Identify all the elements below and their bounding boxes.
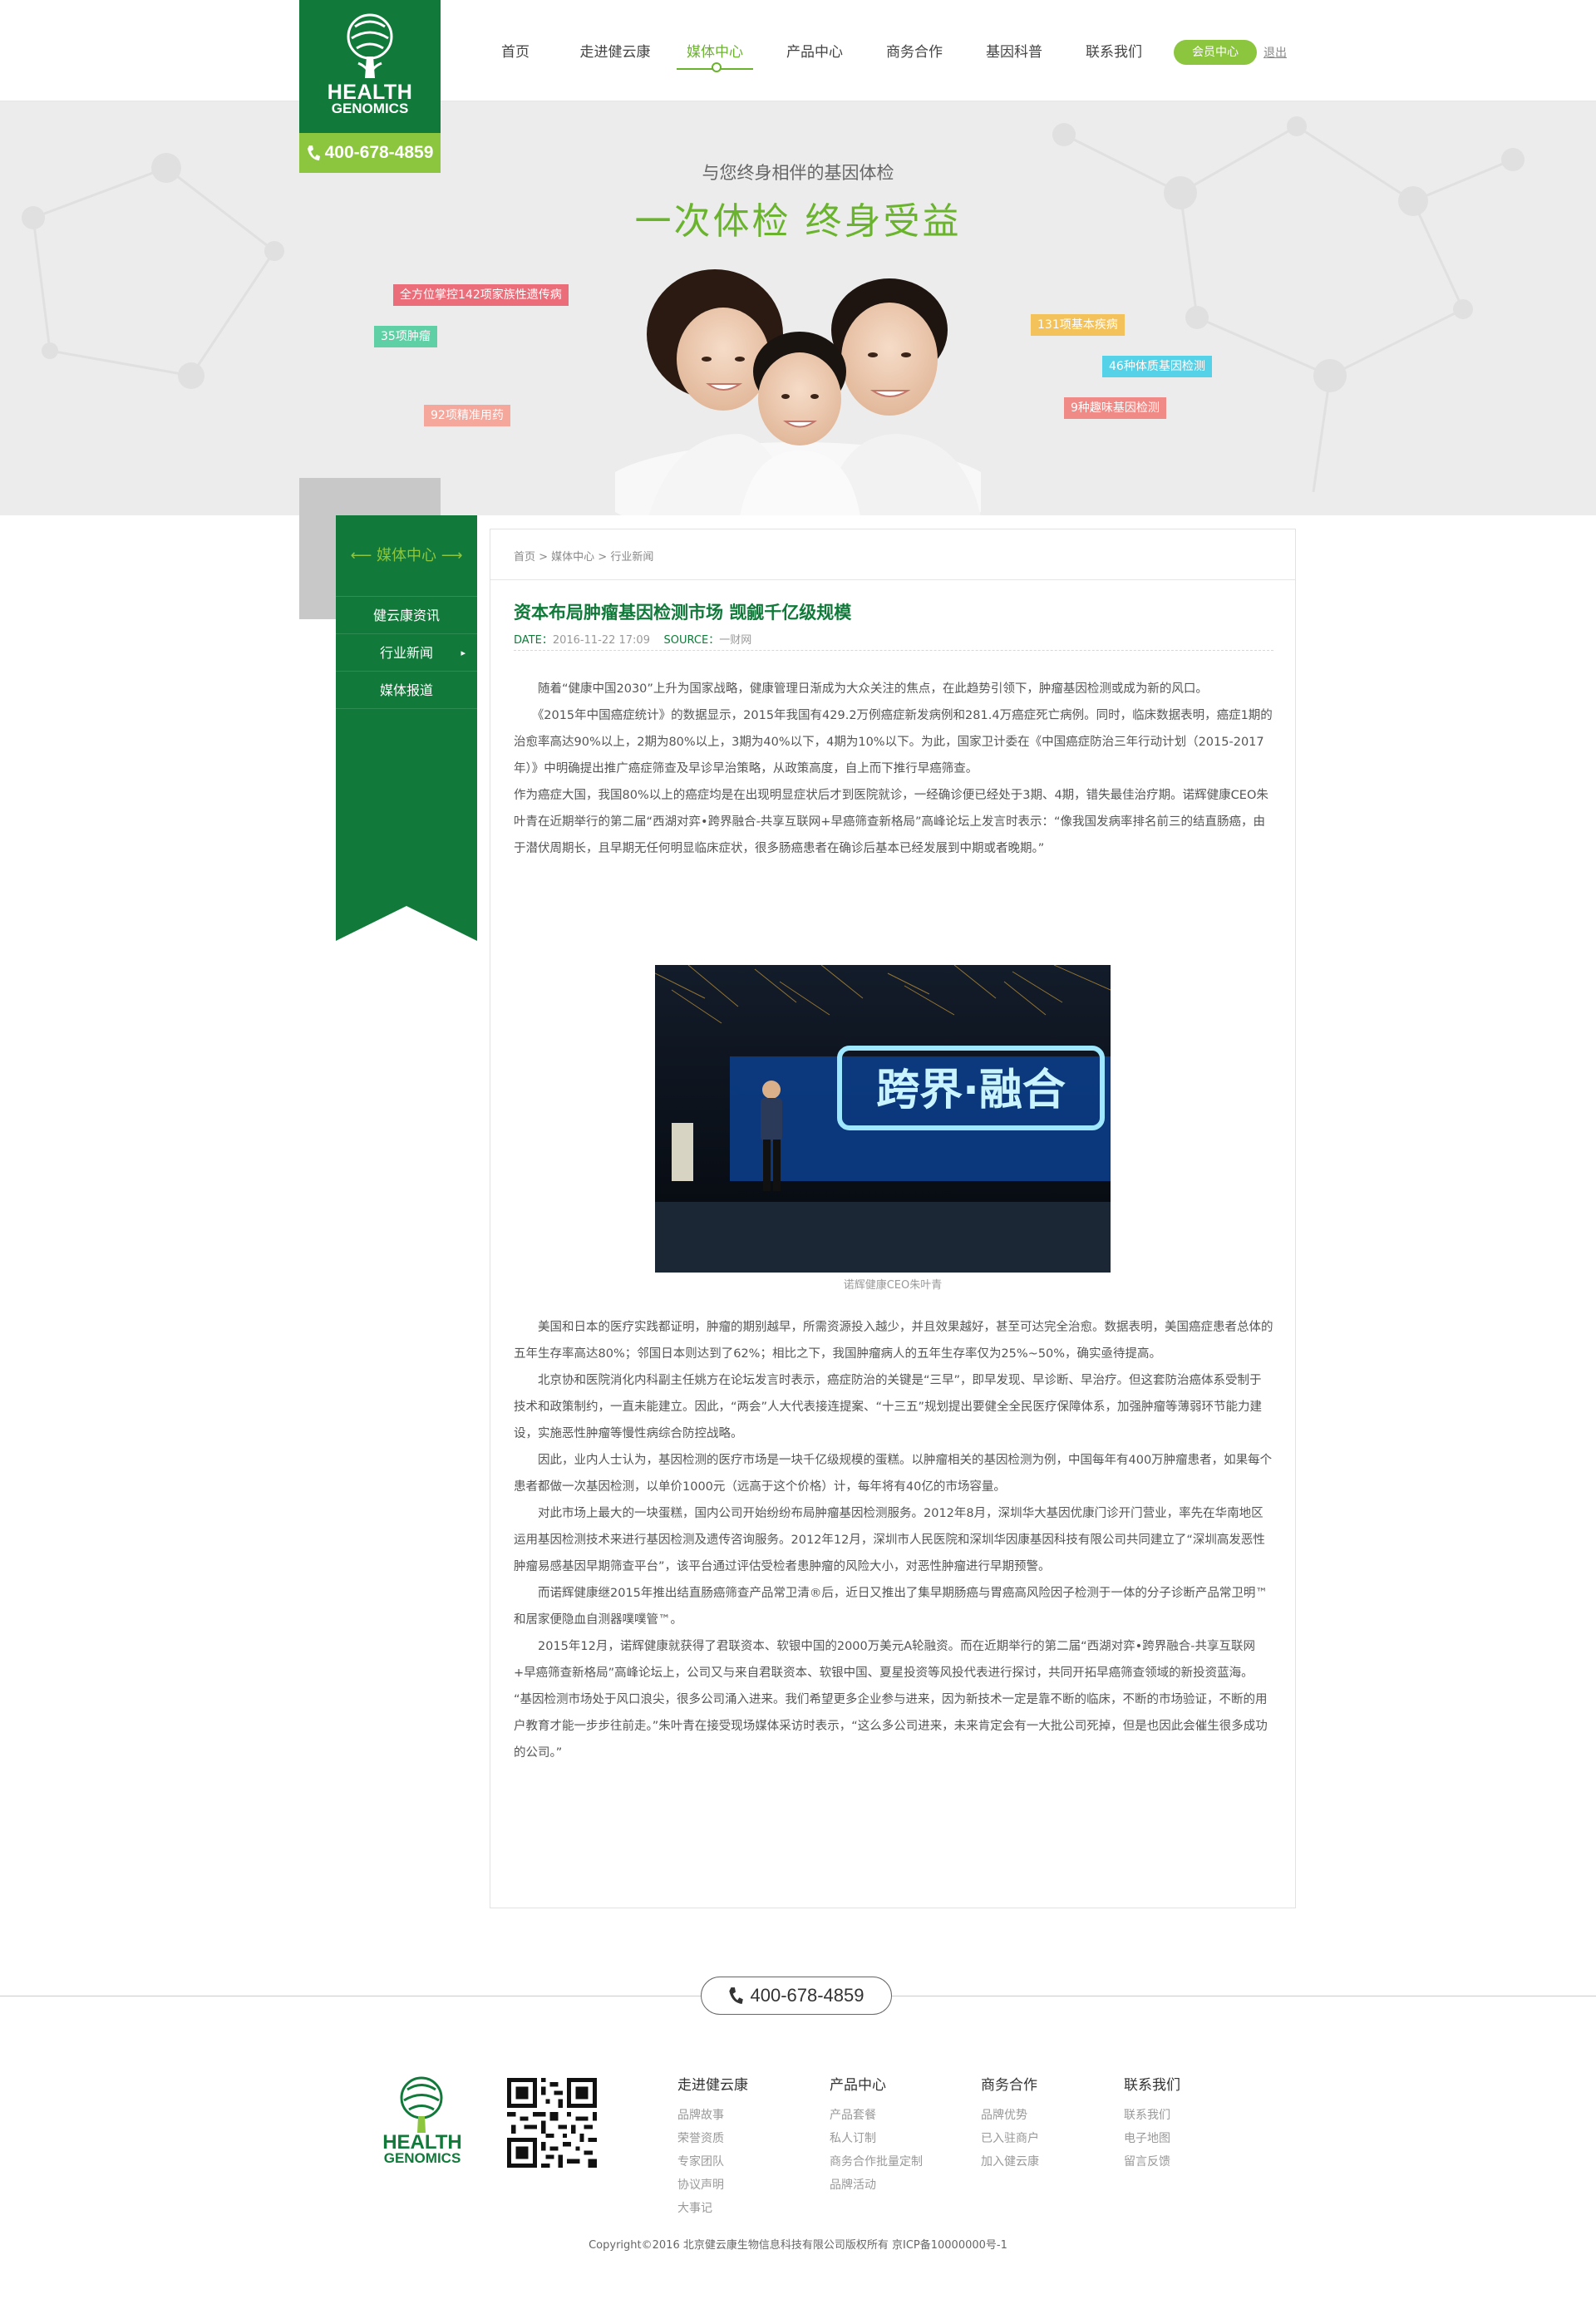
paragraph: 而诺辉健康继2015年推出结直肠癌筛查产品常卫清®后，近日又推出了集早期肠癌与胃…: [514, 1587, 1268, 1627]
banner-tag-basic-disease: 131项基本疾病: [1031, 314, 1125, 336]
copyright: Copyright©2016 北京健云康生物信息科技有限公司版权所有 京ICP备…: [589, 2239, 1007, 2252]
paragraph: “基因检测市场处于风口浪尖，很多公司涌入进来。我们希望更多企业参与进来，因为新技…: [514, 1693, 1268, 1760]
paragraph: 对此市场上最大的一块蛋糕，国内公司开始纷纷布局肿瘤基因检测服务。2012年8月，…: [514, 1507, 1265, 1573]
arrow-left-icon: ⟵: [350, 547, 377, 564]
footer-phone-number: 400-678-4859: [750, 1985, 864, 2006]
footer-link[interactable]: 产品套餐: [830, 2104, 923, 2127]
footer-link[interactable]: 大事记: [677, 2197, 748, 2220]
footer-link[interactable]: 商务合作批量定制: [830, 2150, 923, 2174]
article-photo: 跨界·融合: [655, 965, 1111, 1273]
article-body-bottom: 美国和日本的医疗实践都证明，肿瘤的期别越早，所需资源投入越少，并且效果越好，甚至…: [514, 1314, 1273, 1766]
photo-caption: 诺辉健康CEO朱叶青: [843, 1279, 943, 1292]
header-phone-number: 400-678-4859: [324, 143, 434, 162]
paragraph: 美国和日本的医疗实践都证明，肿瘤的期别越早，所需资源投入越少，并且效果越好，甚至…: [514, 1321, 1273, 1361]
stage-screen-text: 跨界·融合: [876, 1066, 1066, 1115]
sidebar-ribbon-notch: [336, 906, 477, 941]
banner-tag-tumor: 35项肿瘤: [374, 326, 437, 347]
footer-link[interactable]: 品牌优势: [981, 2104, 1039, 2127]
nav-item-about[interactable]: 走进健云康: [565, 33, 665, 75]
nav-item-media[interactable]: 媒体中心: [665, 33, 765, 75]
footer-logo-wordmark: HEALTH GENOMICS: [382, 2131, 462, 2166]
footer-link[interactable]: 专家团队: [677, 2150, 748, 2174]
footer-link[interactable]: 电子地图: [1124, 2127, 1180, 2150]
article-meta: DATE：2016-11-22 17:09 SOURCE：一财网: [514, 634, 752, 647]
footer-phone: 400-678-4859: [701, 1977, 892, 2015]
banner-title: 一次体检 终身受益: [634, 200, 962, 243]
logo-wordmark: HEALTH GENOMICS: [327, 81, 413, 116]
nav-item-home[interactable]: 首页: [466, 33, 565, 75]
banner-tag-fun-gene: 9种趣味基因检测: [1064, 397, 1166, 419]
footer-link[interactable]: 已入驻商户: [981, 2127, 1039, 2150]
nav-item-business[interactable]: 商务合作: [864, 33, 964, 75]
member-center-button[interactable]: 会员中心: [1174, 40, 1257, 65]
article-body-top: 随着“健康中国2030”上升为国家战略，健康管理日渐成为大众关注的焦点，在此趋势…: [514, 676, 1273, 862]
sidebar-item-media-reports[interactable]: 媒体报道: [336, 672, 477, 709]
footer-link[interactable]: 联系我们: [1124, 2104, 1180, 2127]
breadcrumb[interactable]: 首页 > 媒体中心 > 行业新闻: [514, 548, 653, 564]
gene-tree-logo-icon: [347, 13, 393, 79]
nav-item-gene-science[interactable]: 基因科普: [964, 33, 1064, 75]
chevron-right-icon: ▸: [461, 647, 466, 658]
footer-column-title: 产品中心: [830, 2077, 886, 2094]
footer-column-title: 商务合作: [981, 2077, 1037, 2094]
paragraph: 《2015年中国癌症统计》的数据显示，2015年我国有429.2万例癌症新发病例…: [514, 709, 1273, 775]
footer-link[interactable]: 协议声明: [677, 2174, 748, 2197]
site-header: 首页 走进健云康 媒体中心 产品中心 商务合作 基因科普 联系我们 会员中心 退…: [0, 0, 1596, 101]
nav-item-products[interactable]: 产品中心: [765, 33, 864, 75]
qr-code: [507, 2078, 597, 2168]
footer-column-title: 走进健云康: [677, 2077, 748, 2094]
family-photo: [615, 243, 981, 515]
phone-icon: [729, 1987, 744, 2004]
footer-column-business: 商务合作 品牌优势 已入驻商户 加入健云康: [981, 2073, 1039, 2174]
footer-column-title: 联系我们: [1124, 2077, 1180, 2094]
logo[interactable]: HEALTH GENOMICS 400-678-4859: [299, 0, 441, 173]
main-nav: 首页 走进健云康 媒体中心 产品中心 商务合作 基因科普 联系我们: [466, 33, 1164, 75]
banner-tag-medication: 92项精准用药: [424, 405, 510, 426]
footer-link[interactable]: 留言反馈: [1124, 2150, 1180, 2174]
paragraph: 因此，业内人士认为，基因检测的医疗市场是一块千亿级规模的蛋糕。以肿瘤相关的基因检…: [514, 1454, 1273, 1494]
footer-link[interactable]: 加入健云康: [981, 2150, 1039, 2174]
sidebar: ⟵ 媒体中心 ⟶ 健云康资讯 行业新闻 ▸ 媒体报道: [336, 515, 477, 941]
footer-link[interactable]: 品牌活动: [830, 2174, 923, 2197]
paragraph: 北京协和医院消化内科副主任姚方在论坛发言时表示，癌症防治的关键是“三早”，即早发…: [514, 1374, 1263, 1440]
banner-subtitle: 与您终身相伴的基因体检: [702, 163, 894, 183]
footer-column-about: 走进健云康 品牌故事 荣誉资质 专家团队 协议声明 大事记: [677, 2073, 748, 2220]
article-title: 资本布局肿瘤基因检测市场 觊觎千亿级规模: [514, 603, 852, 623]
nav-item-contact[interactable]: 联系我们: [1064, 33, 1164, 75]
footer-link[interactable]: 品牌故事: [677, 2104, 748, 2127]
header-phone: 400-678-4859: [299, 133, 441, 173]
article-source: 一财网: [719, 634, 752, 647]
footer-link[interactable]: 私人订制: [830, 2127, 923, 2150]
phone-icon: [307, 145, 320, 160]
article-date: 2016-11-22 17:09: [552, 634, 650, 647]
divider: [490, 579, 1295, 580]
divider: [514, 650, 1273, 651]
banner-tag-hereditary: 全方位掌控142项家族性遗传病: [393, 284, 569, 306]
sidebar-item-industry-news[interactable]: 行业新闻 ▸: [336, 634, 477, 672]
arrow-right-icon: ⟶: [436, 547, 463, 564]
footer-column-contact: 联系我们 联系我们 电子地图 留言反馈: [1124, 2073, 1180, 2174]
article-panel: 首页 > 媒体中心 > 行业新闻 资本布局肿瘤基因检测市场 觊觎千亿级规模 DA…: [490, 529, 1296, 1908]
sidebar-item-company-news[interactable]: 健云康资讯: [336, 597, 477, 634]
paragraph: 作为癌症大国，我国80%以上的癌症均是在出现明显症状后才到医院就诊，一经确诊便已…: [514, 789, 1268, 855]
footer-link[interactable]: 荣誉资质: [677, 2127, 748, 2150]
paragraph: 随着“健康中国2030”上升为国家战略，健康管理日渐成为大众关注的焦点，在此趋势…: [514, 682, 1208, 696]
banner-tag-constitution: 46种体质基因检测: [1102, 356, 1212, 377]
logout-link[interactable]: 退出: [1264, 44, 1287, 61]
sidebar-title: ⟵ 媒体中心 ⟶: [336, 515, 477, 597]
paragraph: 2015年12月，诺辉健康就获得了君联资本、软银中国的2000万美元A轮融资。而…: [514, 1640, 1255, 1680]
footer-column-products: 产品中心 产品套餐 私人订制 商务合作批量定制 品牌活动: [830, 2073, 923, 2197]
hero-banner: 与您终身相伴的基因体检 一次体检 终身受益 全方位掌控142项家族性遗传病 35…: [0, 101, 1596, 515]
